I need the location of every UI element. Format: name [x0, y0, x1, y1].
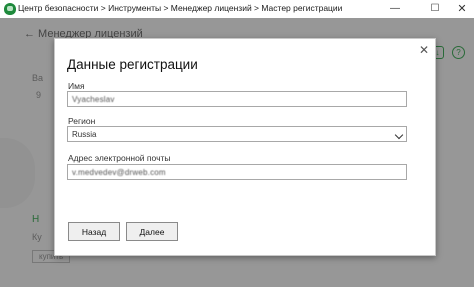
- minimize-icon[interactable]: —: [383, 0, 407, 18]
- email-field[interactable]: v.medvedev@drweb.com: [67, 164, 407, 180]
- close-icon[interactable]: ✕: [450, 0, 474, 18]
- app-window: Центр безопасности > Инструменты > Менед…: [0, 0, 474, 287]
- maximize-icon[interactable]: ☐: [423, 0, 447, 18]
- region-value: Russia: [72, 130, 97, 139]
- next-button[interactable]: Далее: [126, 222, 178, 241]
- name-label: Имя: [68, 81, 85, 91]
- dialog-close-icon[interactable]: ✕: [419, 44, 429, 56]
- email-label: Адрес электронной почты: [68, 153, 171, 163]
- app-logo-icon: [4, 3, 16, 15]
- back-button[interactable]: Назад: [68, 222, 120, 241]
- title-bar: Центр безопасности > Инструменты > Менед…: [0, 0, 474, 18]
- name-value: Vyacheslav: [72, 95, 115, 104]
- breadcrumb: Центр безопасности > Инструменты > Менед…: [18, 3, 343, 13]
- chevron-down-icon: [394, 130, 404, 140]
- name-field[interactable]: Vyacheslav: [67, 91, 407, 107]
- region-label: Регион: [68, 116, 96, 126]
- registration-dialog: ✕ Данные регистрации Имя Vyacheslav Реги…: [54, 38, 436, 256]
- dialog-title: Данные регистрации: [67, 57, 198, 72]
- email-value: v.medvedev@drweb.com: [72, 168, 166, 177]
- region-select[interactable]: Russia: [67, 126, 407, 142]
